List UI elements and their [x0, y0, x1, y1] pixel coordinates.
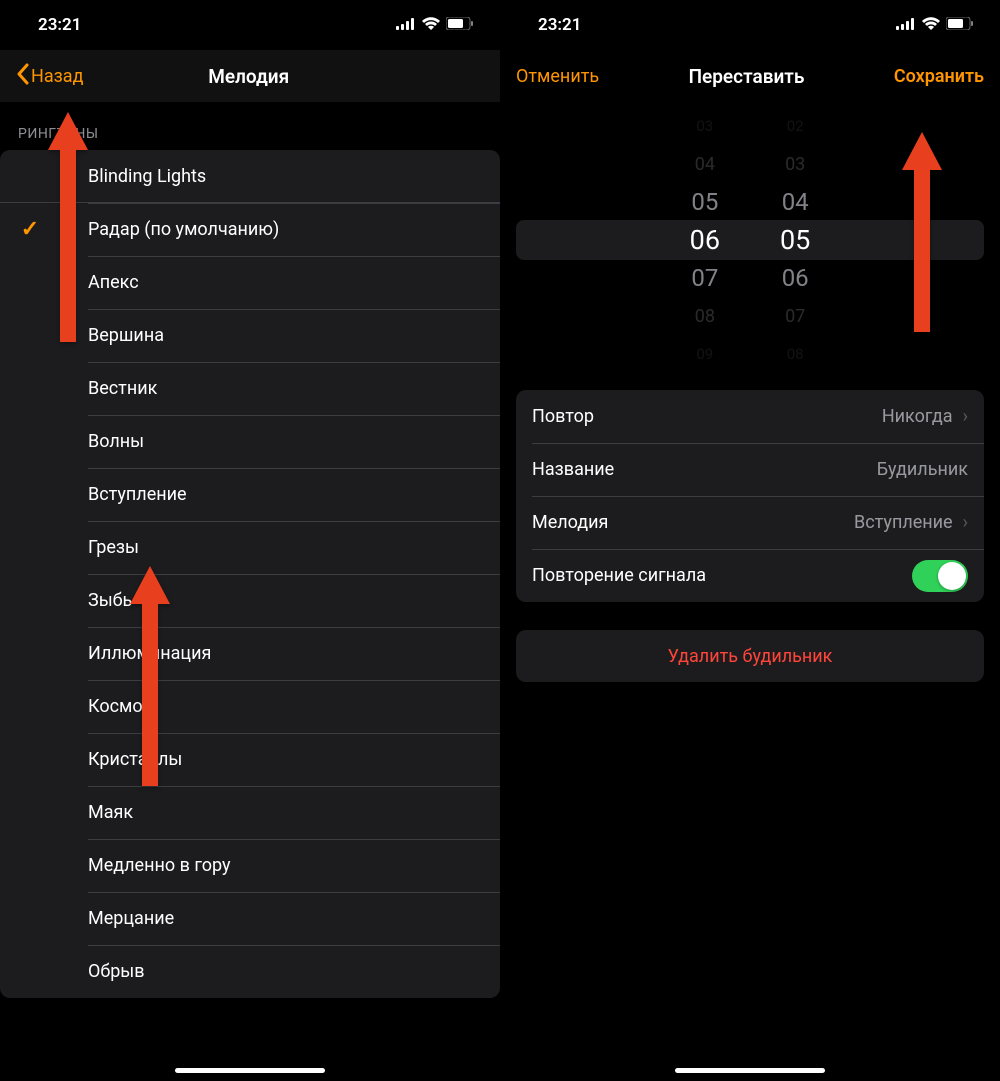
wifi-icon	[422, 15, 440, 35]
chevron-left-icon	[16, 63, 29, 90]
nav-title: Переставить	[599, 65, 894, 88]
sound-value: Вступление	[854, 512, 953, 533]
ringtone-label: Волны	[88, 431, 144, 452]
name-label: Название	[532, 459, 614, 480]
ringtone-row[interactable]: Вершина	[0, 309, 500, 362]
hour-column[interactable]: 03 04 05 06 07 08 09	[690, 111, 720, 369]
status-time: 23:21	[538, 15, 581, 35]
right-screenshot: 23:21 Отменить Переставить Сохранить 03 …	[500, 0, 1000, 1081]
chevron-right-icon: ›	[963, 512, 968, 533]
section-header-ringtones: РИНГТОНЫ	[0, 102, 500, 150]
time-picker[interactable]: 03 04 05 06 07 08 09 02 03 04 05 06 07 0…	[500, 110, 1000, 370]
ringtone-row[interactable]: Маяк	[0, 786, 500, 839]
cancel-button[interactable]: Отменить	[516, 66, 599, 87]
ringtone-list: Blinding Lights ✓ Радар (по умолчанию) Апек…	[0, 150, 500, 998]
ringtone-label: Мерцание	[88, 908, 174, 929]
ringtone-row[interactable]: Космос	[0, 680, 500, 733]
nav-title: Мелодия	[83, 65, 414, 88]
alarm-settings-list: Повтор Никогда › Название Будильник Мелод…	[516, 390, 984, 602]
battery-icon	[446, 15, 474, 35]
cellular-icon	[396, 15, 416, 35]
ringtone-label: Грезы	[88, 537, 139, 558]
name-row[interactable]: Название Будильник	[516, 443, 984, 496]
ringtone-label: Вступление	[88, 484, 187, 505]
status-bar: 23:21	[500, 0, 1000, 50]
home-indicator[interactable]	[175, 1068, 325, 1073]
sound-label: Мелодия	[532, 512, 608, 533]
sound-row[interactable]: Мелодия Вступление ›	[516, 496, 984, 549]
ringtone-label: Апекс	[88, 272, 139, 293]
snooze-row: Повторение сигнала	[516, 549, 984, 602]
ringtone-row[interactable]: Иллюминация	[0, 627, 500, 680]
status-icons	[896, 15, 974, 35]
ringtone-row[interactable]: Обрыв	[0, 945, 500, 998]
repeat-value: Никогда	[882, 406, 953, 427]
ringtone-label: Иллюминация	[88, 643, 211, 664]
back-label: Назад	[31, 66, 83, 87]
status-bar: 23:21	[0, 0, 500, 50]
nav-bar: Отменить Переставить Сохранить	[500, 50, 1000, 102]
ringtone-row[interactable]: Медленно в гору	[0, 839, 500, 892]
wifi-icon	[922, 15, 940, 35]
checkmark-icon: ✓	[0, 217, 60, 242]
snooze-label: Повторение сигнала	[532, 565, 706, 586]
ringtone-label: Радар (по умолчанию)	[88, 219, 279, 240]
ringtone-list-scroll[interactable]: РИНГТОНЫ Blinding Lights ✓ Радар (по умолч…	[0, 102, 500, 1081]
repeat-row[interactable]: Повтор Никогда ›	[516, 390, 984, 443]
ringtone-label: Обрыв	[88, 961, 145, 982]
repeat-label: Повтор	[532, 406, 594, 427]
ringtone-label: Кристаллы	[88, 749, 182, 770]
ringtone-label: Вестник	[88, 378, 157, 399]
cellular-icon	[896, 15, 916, 35]
save-button[interactable]: Сохранить	[894, 66, 984, 87]
status-icons	[396, 15, 474, 35]
chevron-right-icon: ›	[963, 406, 968, 427]
name-value: Будильник	[877, 459, 968, 480]
ringtone-label: Зыбь	[88, 590, 132, 611]
ringtone-label: Blinding Lights	[88, 166, 206, 187]
ringtone-row[interactable]: Зыбь	[0, 574, 500, 627]
left-screenshot: 23:21 Назад Мелодия РИНГТОНЫ Blinding Li…	[0, 0, 500, 1081]
ringtone-row[interactable]: Грезы	[0, 521, 500, 574]
ringtone-row[interactable]: ✓ Радар (по умолчанию)	[0, 203, 500, 256]
battery-icon	[946, 15, 974, 35]
home-indicator[interactable]	[675, 1068, 825, 1073]
status-time: 23:21	[38, 15, 81, 35]
ringtone-row[interactable]: Вступление	[0, 468, 500, 521]
ringtone-row[interactable]: Мерцание	[0, 892, 500, 945]
minute-column[interactable]: 02 03 04 05 06 07 08	[780, 111, 810, 369]
ringtone-row[interactable]: Blinding Lights	[0, 150, 500, 203]
delete-alarm-button[interactable]: Удалить будильник	[516, 630, 984, 682]
nav-bar: Назад Мелодия	[0, 50, 500, 102]
ringtone-row[interactable]: Апекс	[0, 256, 500, 309]
ringtone-label: Космос	[88, 696, 152, 717]
ringtone-row[interactable]: Волны	[0, 415, 500, 468]
ringtone-label: Вершина	[88, 325, 164, 346]
ringtone-row[interactable]: Вестник	[0, 362, 500, 415]
ringtone-label: Маяк	[88, 802, 133, 823]
ringtone-label: Медленно в гору	[88, 855, 231, 876]
back-button[interactable]: Назад	[16, 63, 83, 90]
snooze-toggle[interactable]	[912, 560, 968, 592]
ringtone-row[interactable]: Кристаллы	[0, 733, 500, 786]
